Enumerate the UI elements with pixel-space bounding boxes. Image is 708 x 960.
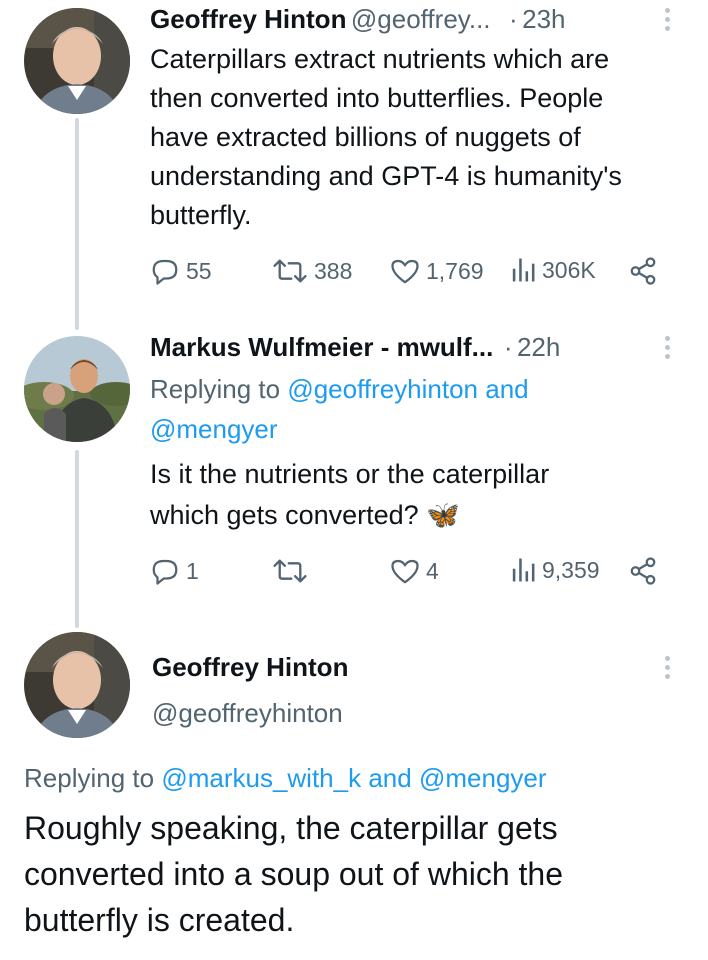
retweet-icon xyxy=(272,556,308,586)
replying-to: Replying to @markus_with_k and @mengyer xyxy=(24,758,684,798)
retweet-button[interactable] xyxy=(272,556,314,586)
more-icon[interactable] xyxy=(665,336,671,363)
mention-link[interactable]: @mengyer xyxy=(150,414,278,444)
share-button[interactable] xyxy=(628,556,658,586)
views-button[interactable]: 306K xyxy=(510,256,596,284)
more-icon[interactable] xyxy=(665,656,671,683)
like-count: 1,769 xyxy=(426,257,484,284)
views-count: 9,359 xyxy=(542,556,600,583)
views-icon xyxy=(510,256,536,284)
mention-link[interactable]: @mengyer xyxy=(419,763,547,793)
thread-line-1 xyxy=(75,118,79,330)
reply-icon xyxy=(150,556,180,586)
views-count: 306K xyxy=(542,256,596,283)
retweet-count: 388 xyxy=(314,257,353,284)
like-button[interactable]: 1,769 xyxy=(390,256,484,286)
avatar-geoffrey-hinton[interactable] xyxy=(24,632,130,738)
text-line: converted into a soup out of which the xyxy=(24,856,564,892)
views-icon xyxy=(510,556,536,584)
share-icon xyxy=(628,256,658,286)
timestamp[interactable]: 23h xyxy=(522,4,565,34)
display-name[interactable]: Geoffrey Hinton xyxy=(152,652,348,683)
timestamp[interactable]: 22h xyxy=(517,332,560,362)
text-line: Caterpillars extract nutrients which are xyxy=(150,44,610,74)
action-bar: 55 388 1,769 306K xyxy=(150,256,670,290)
mention-link[interactable]: @geoffreyhinton xyxy=(287,374,478,404)
retweet-button[interactable]: 388 xyxy=(272,256,352,286)
handle[interactable]: @geoffreyhinton xyxy=(152,698,343,729)
text-line: then converted into butterflies. People xyxy=(150,83,604,113)
reply-button[interactable]: 1 xyxy=(150,556,199,586)
display-name[interactable]: Markus Wulfmeier - mwulf... xyxy=(150,332,493,362)
tweet-text: Is it the nutrients or the caterpillar w… xyxy=(150,454,670,536)
text-line: which gets converted? xyxy=(150,500,419,530)
reply-count: 55 xyxy=(186,257,212,284)
handle[interactable]: @geoffrey... xyxy=(351,4,491,34)
replying-to: Replying to @geoffreyhinton and @mengyer xyxy=(150,369,670,449)
tweet-text: Roughly speaking, the caterpillar gets c… xyxy=(24,805,694,943)
views-button[interactable]: 9,359 xyxy=(510,556,600,584)
retweet-icon xyxy=(272,256,308,286)
text-line: Is it the nutrients or the caterpillar xyxy=(150,459,550,489)
thread-line-2 xyxy=(75,450,79,628)
like-icon xyxy=(390,256,420,286)
like-button[interactable]: 4 xyxy=(390,556,439,586)
more-icon[interactable] xyxy=(665,8,671,35)
action-bar: 1 4 9,359 xyxy=(150,556,670,590)
like-icon xyxy=(390,556,420,586)
text-line: butterfly. xyxy=(150,200,252,230)
text-line: butterfly is created. xyxy=(24,902,295,938)
replying-prefix: Replying to xyxy=(24,763,155,793)
separator-dot: · xyxy=(508,4,518,34)
butterfly-emoji: 🦋 xyxy=(426,500,460,530)
and-word[interactable]: and xyxy=(368,763,411,793)
text-line: have extracted billions of nuggets of xyxy=(150,122,581,152)
tweet-text: Caterpillars extract nutrients which are… xyxy=(150,40,690,235)
and-word[interactable]: and xyxy=(485,374,528,404)
separator-dot: · xyxy=(503,332,513,362)
mention-link[interactable]: @markus_with_k xyxy=(161,763,361,793)
share-icon xyxy=(628,556,658,586)
replying-prefix: Replying to xyxy=(150,374,281,404)
reply-count: 1 xyxy=(186,557,199,584)
reply-icon xyxy=(150,256,180,286)
share-button[interactable] xyxy=(628,256,658,286)
like-count: 4 xyxy=(426,557,439,584)
display-name[interactable]: Geoffrey Hinton xyxy=(150,4,346,34)
text-line: Roughly speaking, the caterpillar gets xyxy=(24,810,558,846)
text-line: understanding and GPT-4 is humanity's xyxy=(150,161,622,191)
avatar-geoffrey-hinton[interactable] xyxy=(24,8,130,114)
reply-button[interactable]: 55 xyxy=(150,256,212,286)
avatar-markus-wulfmeier[interactable] xyxy=(24,336,130,442)
